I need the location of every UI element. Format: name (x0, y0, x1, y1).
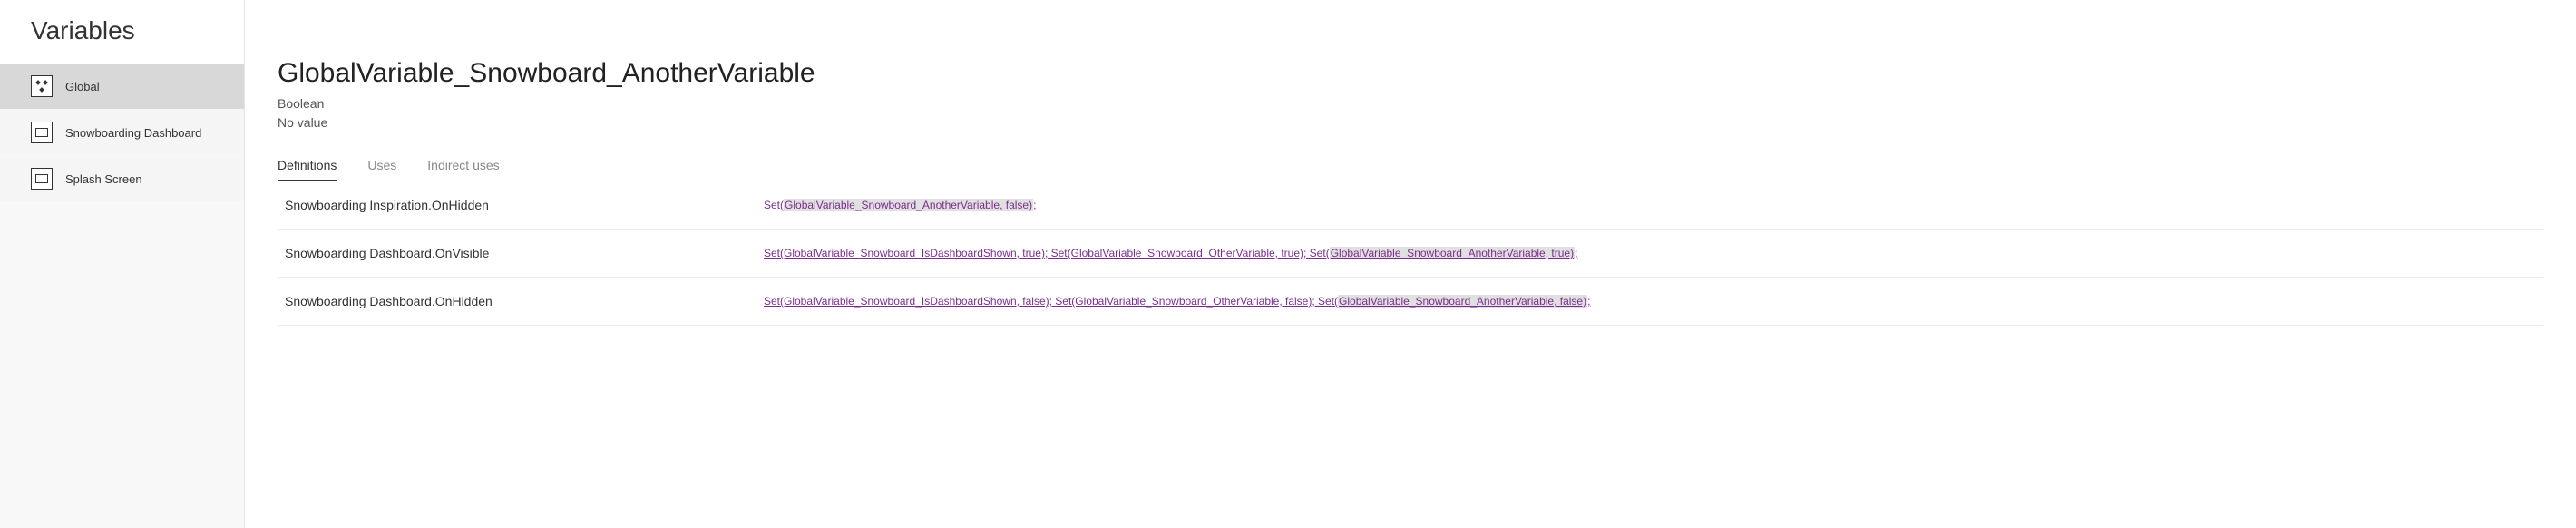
definition-formula[interactable]: Set(GlobalVariable_Snowboard_IsDashboard… (764, 247, 1577, 259)
variable-title: GlobalVariable_Snowboard_AnotherVariable (278, 58, 2543, 89)
tab-indirect-uses[interactable]: Indirect uses (427, 158, 499, 181)
sidebar-title: Variables (0, 0, 244, 64)
screen-icon (31, 122, 53, 143)
main-content: GlobalVariable_Snowboard_AnotherVariable… (245, 0, 2576, 528)
sidebar-item-label: Snowboarding Dashboard (65, 126, 201, 140)
definition-formula[interactable]: Set(GlobalVariable_Snowboard_AnotherVari… (764, 199, 1036, 211)
definition-formula[interactable]: Set(GlobalVariable_Snowboard_IsDashboard… (764, 295, 1590, 308)
sidebar-item-label: Global (65, 80, 100, 93)
variable-value: No value (278, 113, 2543, 132)
sidebar-item-label: Splash Screen (65, 172, 142, 186)
definition-source: Snowboarding Inspiration.OnHidden (285, 198, 764, 212)
sidebar-item-splash-screen[interactable]: Splash Screen (0, 156, 244, 201)
screen-icon (31, 168, 53, 190)
definition-row: Snowboarding Dashboard.OnVisible Set(Glo… (278, 230, 2543, 278)
definition-row: Snowboarding Dashboard.OnHidden Set(Glob… (278, 278, 2543, 326)
global-icon (31, 75, 53, 97)
tabs: Definitions Uses Indirect uses (278, 158, 2543, 181)
sidebar-item-global[interactable]: Global (0, 64, 244, 109)
definition-source: Snowboarding Dashboard.OnHidden (285, 294, 764, 308)
sidebar-item-snowboarding-dashboard[interactable]: Snowboarding Dashboard (0, 110, 244, 155)
definition-row: Snowboarding Inspiration.OnHidden Set(Gl… (278, 181, 2543, 230)
sidebar: Variables Global Snowboarding Dashboard … (0, 0, 245, 528)
tab-definitions[interactable]: Definitions (278, 158, 337, 181)
variable-type: Boolean (278, 94, 2543, 113)
definition-source: Snowboarding Dashboard.OnVisible (285, 246, 764, 260)
tab-uses[interactable]: Uses (367, 158, 396, 181)
